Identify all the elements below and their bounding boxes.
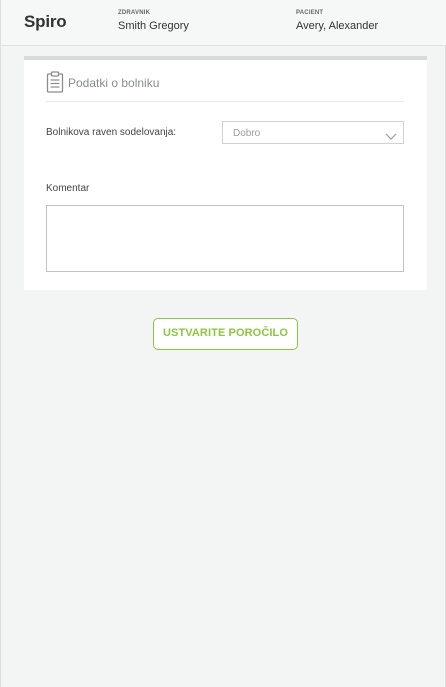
comment-textarea[interactable] <box>46 205 404 272</box>
app-frame: Spiro ZDRAVNIK Smith Gregory PACIENT Ave… <box>0 0 446 687</box>
cooperation-label: Bolnikova raven sodelovanja: <box>46 127 177 138</box>
cooperation-select-value: Dobro <box>233 128 261 139</box>
header-bar: Spiro ZDRAVNIK Smith Gregory PACIENT Ave… <box>1 0 446 46</box>
patient-data-card: Podatki o bolniku Bolnikova raven sodelo… <box>24 56 427 290</box>
clinician-label: ZDRAVNIK <box>118 10 151 16</box>
clinician-info: ZDRAVNIK Smith Gregory <box>118 10 189 32</box>
card-header: Podatki o bolniku <box>46 70 404 102</box>
patient-label: PACIENT <box>296 10 324 16</box>
clinician-name: Smith Gregory <box>118 20 189 32</box>
patient-info: PACIENT Avery, Alexander <box>296 10 378 32</box>
app-logo: Spiro <box>24 12 67 31</box>
create-report-button[interactable]: USTVARITE POROČILO <box>153 318 298 350</box>
clipboard-icon <box>46 71 64 93</box>
patient-name: Avery, Alexander <box>296 20 379 32</box>
comment-label: Komentar <box>46 183 90 194</box>
card-title: Podatki o bolniku <box>68 76 160 90</box>
chevron-down-icon <box>385 128 397 140</box>
cooperation-select[interactable]: Dobro <box>222 121 404 144</box>
